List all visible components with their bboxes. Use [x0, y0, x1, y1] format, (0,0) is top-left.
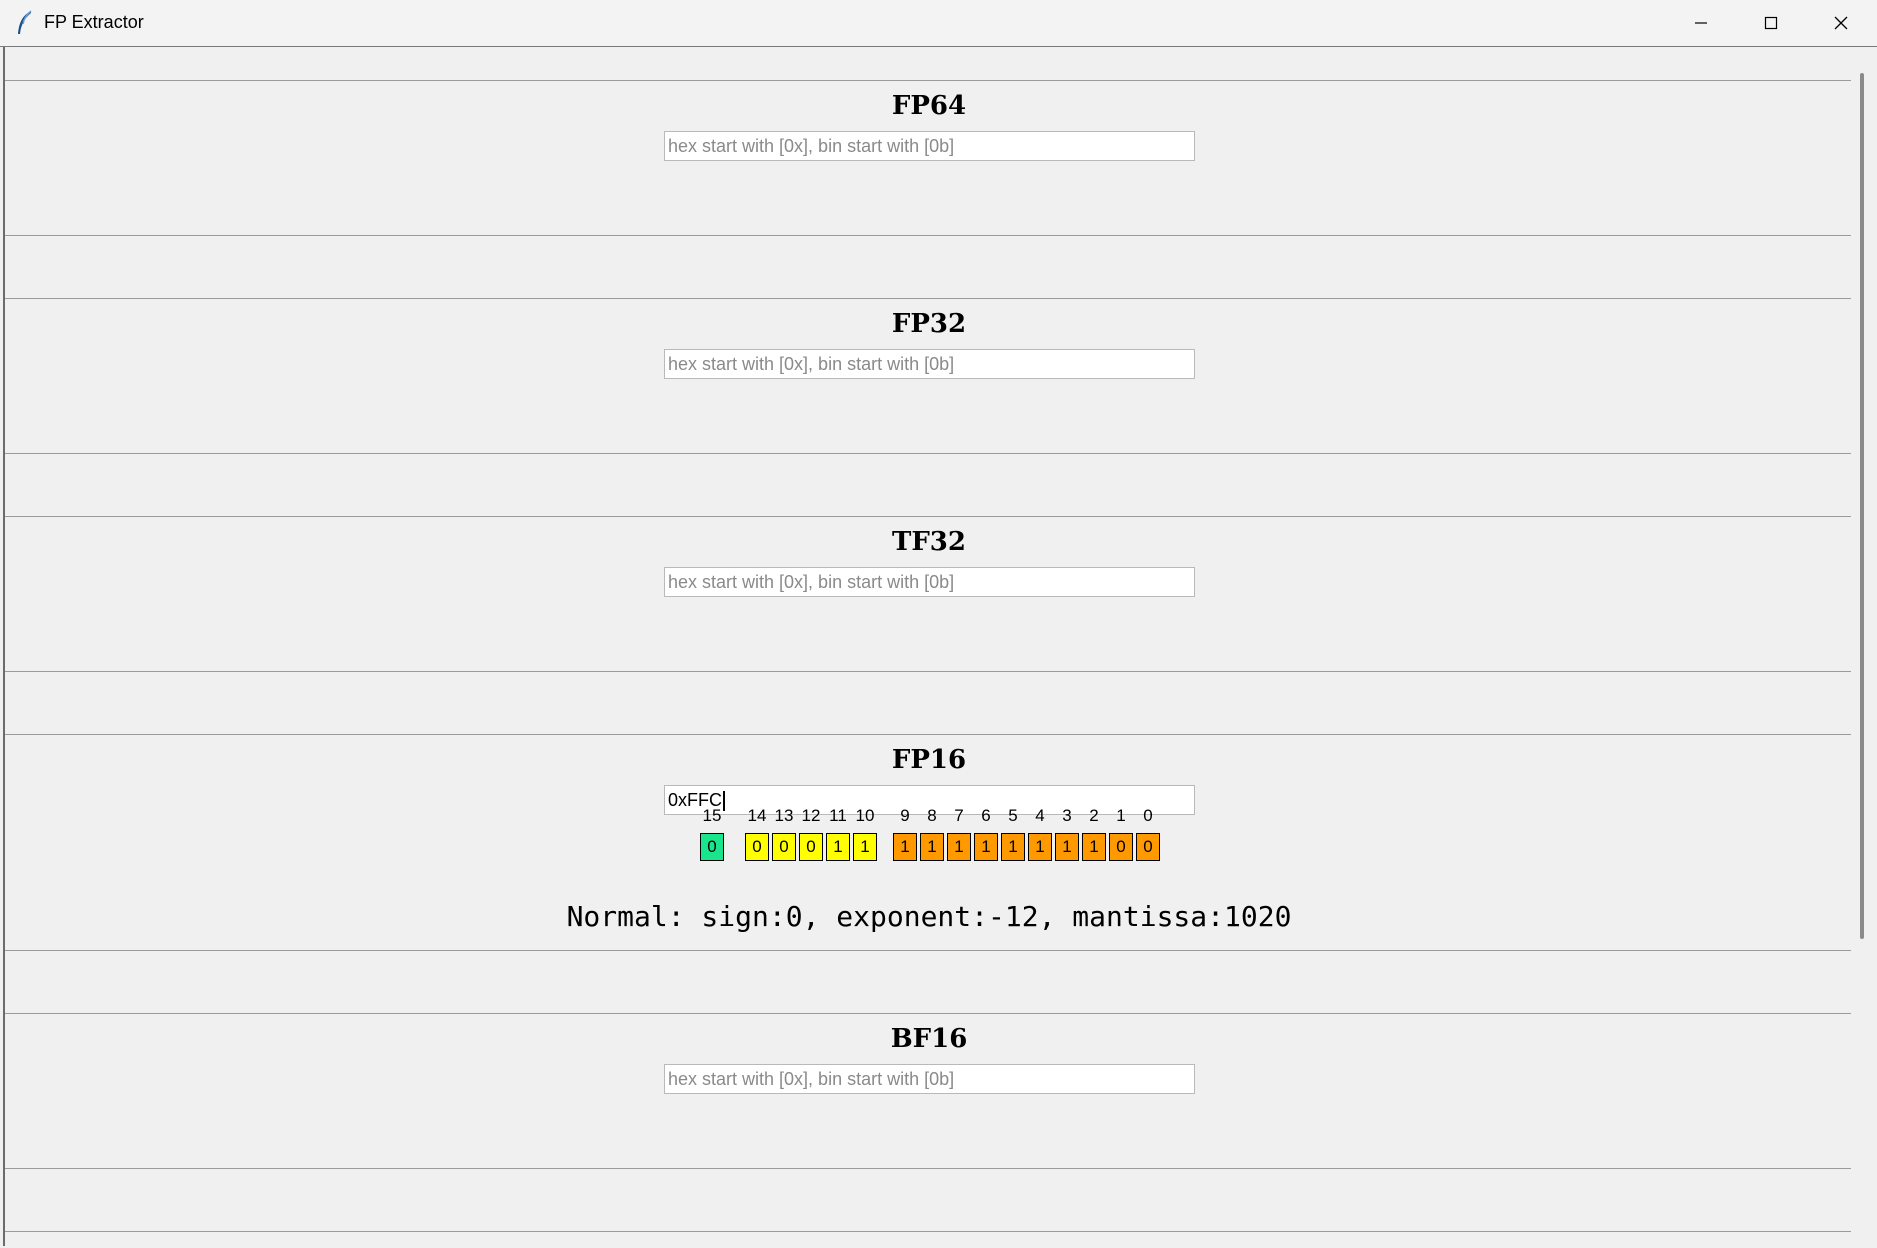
mantissa-bit-cell: 1	[920, 833, 944, 861]
bit-index-label: 5	[1008, 806, 1018, 825]
bit-index-label: 6	[981, 806, 991, 825]
next-section-partial	[5, 1231, 1853, 1246]
section-title-bf16: BF16	[890, 1024, 968, 1054]
bit-index-label: 10	[855, 806, 875, 825]
tf32-section: TF32	[5, 516, 1853, 672]
close-button[interactable]	[1806, 0, 1876, 46]
bit-index-label: 14	[747, 806, 767, 825]
tf32-input[interactable]	[664, 567, 1195, 597]
sign-bit-cell: 0	[700, 833, 724, 861]
bf16-input[interactable]	[664, 1064, 1195, 1094]
maximize-button[interactable]	[1736, 0, 1806, 46]
section-title-fp16: FP16	[891, 745, 967, 775]
scrollbar-thumb[interactable]	[1860, 73, 1864, 939]
bit-index-label: 7	[954, 806, 964, 825]
exponent-bit-cell: 0	[745, 833, 769, 861]
section-title-tf32: TF32	[892, 527, 966, 557]
bit-index-label: 11	[829, 806, 847, 825]
bit-index-label: 4	[1035, 806, 1045, 825]
bit-index-label: 9	[900, 806, 910, 825]
mantissa-bit-cell: 1	[1001, 833, 1025, 861]
bit-index-label: 15	[702, 806, 722, 825]
fp32-section: FP32	[5, 298, 1853, 454]
exponent-bit-cell: 0	[799, 833, 823, 861]
exponent-bit-cell: 0	[772, 833, 796, 861]
mantissa-bit-cell: 1	[893, 833, 917, 861]
window-title: FP Extractor	[44, 12, 144, 32]
bit-index-label: 13	[774, 806, 794, 825]
exponent-bit-cell: 1	[826, 833, 850, 861]
section-title-fp64: FP64	[891, 91, 967, 121]
mantissa-bit-cell: 1	[1028, 833, 1052, 861]
fp32-input[interactable]	[664, 349, 1195, 379]
bit-index-label: 2	[1089, 806, 1099, 825]
mantissa-bit-cell: 1	[974, 833, 998, 861]
fp16-result-text: Normal: sign:0, exponent:-12, mantissa:1…	[566, 900, 1292, 933]
mantissa-bit-cell: 1	[1055, 833, 1079, 861]
title-bar[interactable]: FP Extractor	[0, 0, 1877, 47]
vertical-scrollbar[interactable]	[1851, 47, 1877, 1246]
mantissa-bit-cell: 0	[1109, 833, 1133, 861]
mantissa-bit-cell: 1	[947, 833, 971, 861]
bit-index-label: 8	[927, 806, 937, 825]
bit-index-label: 3	[1062, 806, 1072, 825]
mantissa-bit-cell: 0	[1136, 833, 1160, 861]
minimize-icon	[1695, 22, 1707, 24]
mantissa-bit-cell: 1	[1082, 833, 1106, 861]
fp64-input[interactable]	[664, 131, 1195, 161]
content-area: FP64 FP32 TF32 FP16 0xFFC 15014013012011…	[3, 47, 1853, 1246]
maximize-icon	[1764, 16, 1778, 30]
bf16-section: BF16	[5, 1013, 1853, 1169]
section-title-fp32: FP32	[891, 309, 967, 339]
bit-index-label: 0	[1143, 806, 1153, 825]
close-icon	[1834, 16, 1848, 30]
exponent-bit-cell: 1	[853, 833, 877, 861]
fp16-section: FP16 0xFFC 15 0 14 0 13 0 12 0 11 1 10 1 9 1 8 1 7 1 6 1 5 1 4…	[5, 734, 1853, 951]
bit-index-label: 1	[1116, 806, 1126, 825]
fp64-section: FP64	[5, 80, 1853, 236]
bit-index-label: 12	[801, 806, 821, 825]
minimize-button[interactable]	[1666, 0, 1736, 46]
feather-icon	[18, 10, 32, 34]
